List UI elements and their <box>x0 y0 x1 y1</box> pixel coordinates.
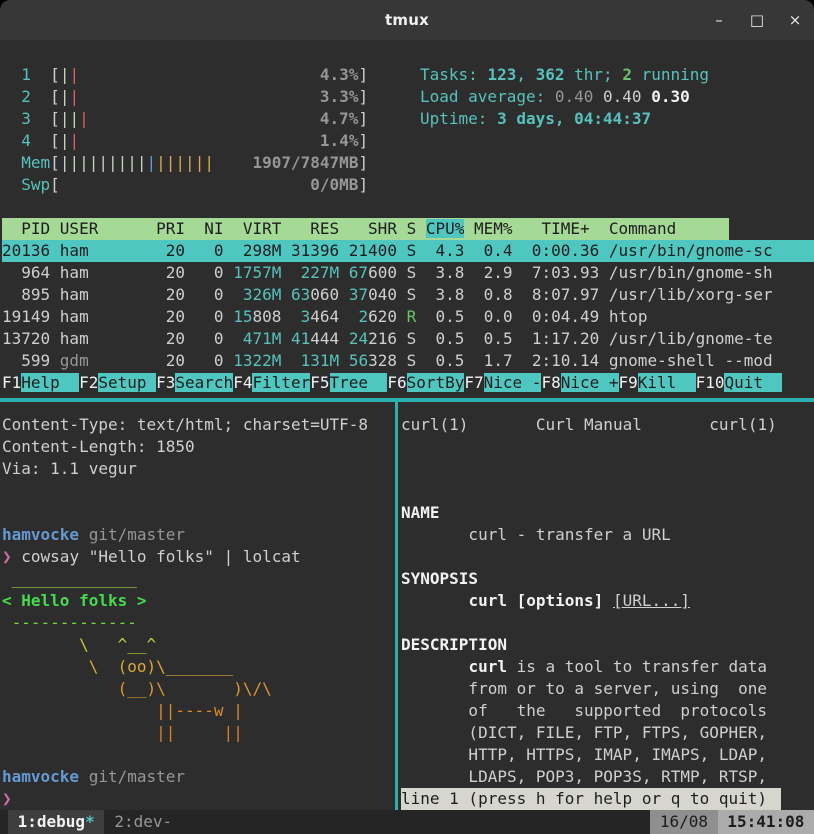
status-date: 16/08 <box>650 810 717 834</box>
htop-function-key-bar[interactable]: F1Help F2Setup F3SearchF4FilterF5Tree F6… <box>2 372 814 394</box>
shell-line: || || <box>2 722 395 744</box>
tmux-window-tab-1-debug[interactable]: 1:debug* <box>8 810 104 834</box>
shell-line: \ (oo)\_______ <box>2 656 395 678</box>
window-controls: – □ × <box>710 0 804 40</box>
maximize-icon[interactable]: □ <box>748 11 766 29</box>
shell-line: hamvocke git/master <box>2 766 395 788</box>
htop-meter: Mem[|||||||||||||||| 1907/7847MB] <box>2 152 814 174</box>
tmux-terminal-window: tmux – □ × 1 [|| 4.3%] 2 [|| 3.3%] 3 [||… <box>0 0 814 834</box>
man-page-line: LDAPS, POP3, POP3S, RTMP, RTSP, <box>401 766 814 788</box>
htop-process-table: 20136 ham 20 0 298M 31396 21400 S 4.3 0.… <box>2 240 814 372</box>
htop-process-row[interactable]: 895 ham 20 0 326M 63060 37040 S 3.8 0.8 … <box>2 284 814 306</box>
close-icon[interactable]: × <box>786 11 804 29</box>
htop-stat-line: Tasks: 123, 362 thr; 2 running <box>420 64 709 86</box>
shell-line: ❯ <box>2 788 395 810</box>
minimize-icon[interactable]: – <box>710 11 728 29</box>
man-page-line: NAME <box>401 502 814 524</box>
shell-line: ------------- <box>2 612 395 634</box>
man-page-line: from or to a server, using one <box>401 678 814 700</box>
shell-line: Content-Length: 1850 <box>2 436 395 458</box>
man-page-line: DESCRIPTION <box>401 634 814 656</box>
man-page-line: of the supported protocols <box>401 700 814 722</box>
man-page-line: (DICT, FILE, FTP, FTPS, GOPHER, <box>401 722 814 744</box>
htop-process-row[interactable]: 964 ham 20 0 1757M 227M 67600 S 3.8 2.9 … <box>2 262 814 284</box>
shell-line <box>2 502 395 524</box>
shell-line <box>2 744 395 766</box>
man-page-line: curl is a tool to transfer data <box>401 656 814 678</box>
tmux-status-bar: 1:debug* 2:dev- 16/08 15:41:08 <box>0 810 814 834</box>
man-page-line <box>401 436 814 458</box>
shell-line: ||----w | <box>2 700 395 722</box>
shell-line <box>2 480 395 502</box>
htop-stat-line: Load average: 0.40 0.40 0.30 <box>420 86 709 108</box>
man-page-line: curl - transfer a URL <box>401 524 814 546</box>
htop-process-row[interactable]: 13720 ham 20 0 471M 41444 24216 S 0.5 0.… <box>2 328 814 350</box>
htop-stat-line: Uptime: 3 days, 04:44:37 <box>420 108 709 130</box>
terminal-content: 1 [|| 4.3%] 2 [|| 3.3%] 3 [||| 4.7%] 4 [… <box>0 40 814 810</box>
man-page-line: SYNOPSIS <box>401 568 814 590</box>
shell-line: hamvocke git/master <box>2 524 395 546</box>
man-page-line: curl [options] [URL...] <box>401 590 814 612</box>
man-page-line <box>401 612 814 634</box>
shell-line: Via: 1.1 vegur <box>2 458 395 480</box>
blank-line <box>2 196 814 218</box>
man-page-line: curl(1) Curl Manual curl(1) <box>401 414 814 436</box>
status-bar-spacer <box>172 810 650 834</box>
shell-line: (__)\ )\/\ <box>2 678 395 700</box>
status-clock: 15:41:08 <box>718 810 814 834</box>
htop-process-row[interactable]: 19149 ham 20 0 15808 3464 2620 R 0.5 0.0… <box>2 306 814 328</box>
shell-pane[interactable]: Content-Type: text/html; charset=UTF-8Co… <box>0 402 395 810</box>
htop-tasks-load-uptime: Tasks: 123, 362 thr; 2 runningLoad avera… <box>420 64 709 130</box>
htop-table-header[interactable]: PID USER PRI NI VIRT RES SHR S CPU% MEM%… <box>2 218 729 240</box>
window-titlebar: tmux – □ × <box>0 0 814 40</box>
htop-meter: 4 [|| 1.4%] <box>2 130 814 152</box>
tmux-window-tab-2-dev[interactable]: 2:dev- <box>114 810 172 834</box>
man-page-line: HTTP, HTTPS, IMAP, IMAPS, LDAP, <box>401 744 814 766</box>
shell-line: _____________ <box>2 568 395 590</box>
bottom-panes: Content-Type: text/html; charset=UTF-8Co… <box>0 402 814 810</box>
window-title: tmux <box>385 11 429 29</box>
htop-process-row[interactable]: 20136 ham 20 0 298M 31396 21400 S 4.3 0.… <box>2 240 814 262</box>
shell-line: ❯ cowsay "Hello folks" | lolcat <box>2 546 395 568</box>
man-page-line <box>401 458 814 480</box>
shell-line: Content-Type: text/html; charset=UTF-8 <box>2 414 395 436</box>
shell-line: < Hello folks > <box>2 590 395 612</box>
man-page-line <box>401 480 814 502</box>
htop-pane: 1 [|| 4.3%] 2 [|| 3.3%] 3 [||| 4.7%] 4 [… <box>0 40 814 398</box>
man-page-line <box>401 546 814 568</box>
htop-process-row[interactable]: 599 gdm 20 0 1322M 131M 56328 S 0.5 1.7 … <box>2 350 814 372</box>
man-page-line: line 1 (press h for help or q to quit) <box>401 788 781 810</box>
shell-line: \ ^__^ <box>2 634 395 656</box>
man-page-pane[interactable]: curl(1) Curl Manual curl(1) NAME curl - t… <box>398 402 814 810</box>
htop-meter: Swp[ 0/0MB] <box>2 174 814 196</box>
